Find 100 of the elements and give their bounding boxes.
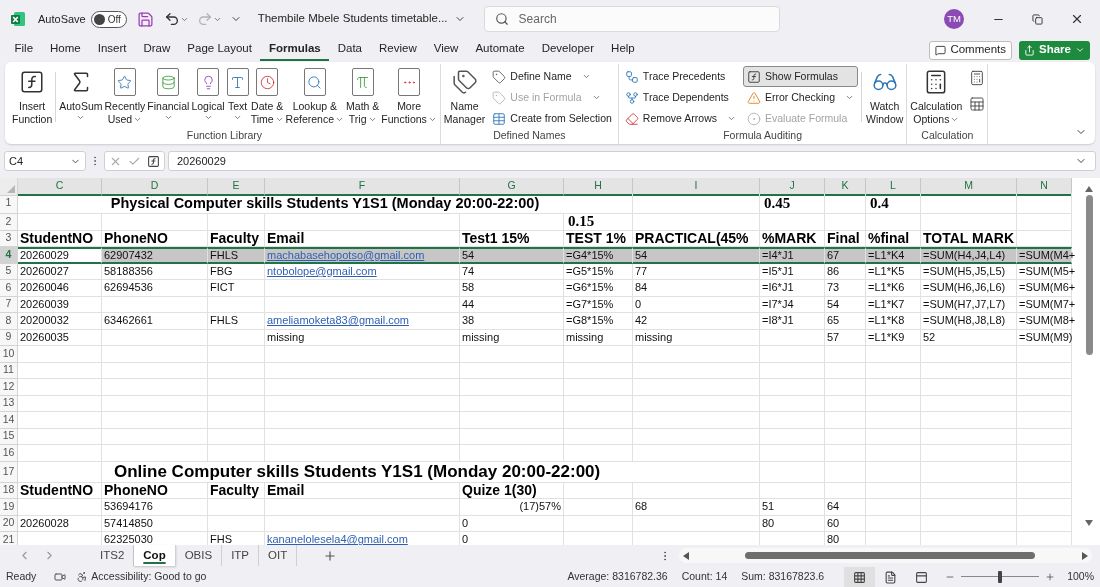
- sheet-tab[interactable]: OIT: [259, 545, 298, 566]
- row-header[interactable]: 17: [0, 461, 18, 483]
- column-header[interactable]: G: [460, 178, 564, 196]
- restore-icon[interactable]: [1032, 13, 1043, 25]
- row-header[interactable]: 19: [0, 499, 18, 516]
- zoom-slider[interactable]: [961, 571, 1040, 583]
- column-header[interactable]: M: [921, 178, 1017, 196]
- zoom-level[interactable]: 100%: [1067, 569, 1094, 585]
- table-cell: =L1*K8: [866, 313, 921, 330]
- row-header[interactable]: 10: [0, 346, 18, 363]
- insert-function-icon[interactable]: [147, 154, 160, 168]
- row-header[interactable]: 16: [0, 445, 18, 462]
- table-cell: 0.4: [866, 193, 921, 214]
- ribbon-button[interactable]: Remove Arrows: [620, 108, 740, 129]
- zoom-in-icon[interactable]: [1045, 572, 1056, 582]
- ribbon-button[interactable]: Insert Function: [11, 64, 54, 126]
- scroll-left-icon[interactable]: [683, 551, 690, 560]
- ribbon-button[interactable]: Text: [225, 64, 250, 122]
- ribbon-button[interactable]: Financial: [146, 64, 191, 122]
- ribbon-button[interactable]: Name Manager: [442, 64, 487, 126]
- email-link[interactable]: ntobolope@gmail.com: [265, 263, 460, 280]
- ribbon-button[interactable]: Date & Time: [249, 64, 285, 126]
- column-header[interactable]: J: [760, 178, 825, 196]
- ribbon-button[interactable]: Error Checking: [742, 87, 858, 108]
- formula-field[interactable]: 20260029: [168, 151, 1096, 171]
- search-box[interactable]: Search: [483, 6, 780, 32]
- status-stat[interactable]: Count: 14: [681, 569, 728, 585]
- sheet-tab[interactable]: Cop: [134, 545, 176, 566]
- ribbon-button[interactable]: AutoSum: [58, 64, 104, 122]
- table-cell: [1017, 515, 1072, 532]
- email-link[interactable]: machabasehopotso@gmail.com: [265, 247, 460, 264]
- email-link[interactable]: ameliamoketa83@gmail.com: [265, 313, 460, 330]
- ribbon-button[interactable]: Lookup & Reference: [284, 64, 346, 126]
- scrollbar-thumb[interactable]: [1085, 195, 1093, 355]
- calculator-icon[interactable]: [969, 70, 986, 86]
- menu-tab[interactable]: Help: [602, 39, 644, 61]
- search-field[interactable]: Search: [518, 10, 769, 28]
- comments-button[interactable]: Comments: [929, 40, 1013, 60]
- row-header[interactable]: 4: [0, 247, 18, 264]
- row-header[interactable]: 6: [0, 280, 18, 297]
- sheet-tab[interactable]: OBIS: [175, 545, 223, 566]
- ribbon-button[interactable]: Logical: [190, 64, 226, 122]
- column-header[interactable]: H: [564, 178, 633, 196]
- avatar[interactable]: TM: [944, 9, 964, 29]
- name-box[interactable]: C4: [4, 151, 86, 171]
- menu-tab[interactable]: Home: [41, 39, 90, 61]
- column-header[interactable]: K: [825, 178, 866, 196]
- table-cell: =I6*J1: [760, 280, 825, 297]
- column-header[interactable]: C: [18, 178, 102, 196]
- ribbon-button[interactable]: Define Name: [488, 66, 616, 87]
- column-header[interactable]: D: [102, 178, 208, 196]
- document-title[interactable]: Thembile Mbele Students timetable...: [257, 10, 466, 28]
- menu-tab[interactable]: Page Layout: [178, 39, 261, 61]
- undo-icon[interactable]: [163, 11, 180, 27]
- menu-tab[interactable]: Data: [329, 39, 371, 61]
- ribbon-button[interactable]: Watch Window: [865, 64, 905, 126]
- menu-tab[interactable]: View: [425, 39, 467, 61]
- ribbon-button[interactable]: Calculation Options: [909, 64, 964, 126]
- status-stat[interactable]: Sum: 83167823.6: [741, 569, 825, 585]
- menu-tab[interactable]: Review: [370, 39, 426, 61]
- menu-tab[interactable]: Automate: [466, 39, 534, 61]
- column-header[interactable]: L: [866, 178, 921, 196]
- autosave-toggle[interactable]: Off: [90, 10, 127, 28]
- ribbon-button[interactable]: Show Formulas: [742, 66, 858, 87]
- ribbon-button[interactable]: Trace Dependents: [620, 87, 740, 108]
- ribbon-button[interactable]: Trace Precedents: [620, 66, 740, 87]
- ribbon-button[interactable]: Recently Used: [103, 64, 147, 126]
- scroll-right-icon[interactable]: [1082, 551, 1089, 560]
- macro-record-icon[interactable]: [54, 571, 67, 583]
- column-header[interactable]: I: [633, 178, 760, 196]
- close-icon[interactable]: [1070, 12, 1084, 26]
- share-button[interactable]: Share: [1019, 40, 1090, 60]
- ribbon-button[interactable]: More Functions: [380, 64, 438, 126]
- column-header[interactable]: E: [208, 178, 265, 196]
- add-sheet-icon[interactable]: [323, 548, 338, 563]
- table-cell: [208, 214, 265, 231]
- sheet-tab[interactable]: ITP: [222, 545, 260, 566]
- save-icon[interactable]: [136, 10, 154, 28]
- accessibility-icon[interactable]: [76, 571, 89, 583]
- row-header[interactable]: 2: [0, 214, 18, 231]
- row-header[interactable]: 12: [0, 379, 18, 396]
- scroll-down-icon[interactable]: [1085, 520, 1093, 526]
- column-header[interactable]: F: [265, 178, 460, 196]
- menu-tab[interactable]: Insert: [89, 39, 135, 61]
- scrollbar-thumb[interactable]: [745, 552, 1036, 559]
- accessibility-status[interactable]: Accessibility: Good to go: [91, 569, 207, 585]
- row-header[interactable]: 21: [0, 532, 18, 545]
- grid-view-icon[interactable]: [844, 567, 876, 587]
- menu-tab[interactable]: Draw: [135, 39, 179, 61]
- ribbon-button[interactable]: Math & Trig: [345, 64, 381, 126]
- menu-tab[interactable]: File: [6, 39, 42, 61]
- horizontal-scrollbar[interactable]: [679, 548, 1093, 563]
- ribbon-button[interactable]: Create from Selection: [488, 108, 616, 129]
- row-header[interactable]: 8: [0, 313, 18, 330]
- column-header[interactable]: N: [1017, 178, 1072, 196]
- status-stat[interactable]: Average: 8316782.36: [567, 569, 668, 585]
- scroll-up-icon[interactable]: [1085, 186, 1093, 192]
- row-header[interactable]: 14: [0, 412, 18, 429]
- menu-tab[interactable]: Developer: [533, 39, 603, 61]
- sheet-icon[interactable]: [969, 96, 986, 112]
